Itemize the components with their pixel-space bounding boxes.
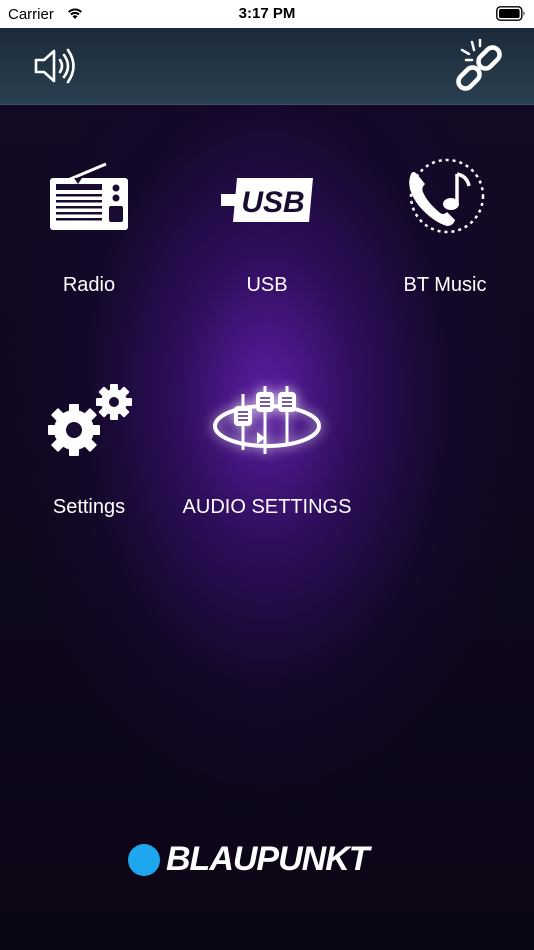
tile-label: Settings: [52, 496, 126, 518]
brand-logo: BLAUPUNKT: [128, 840, 408, 880]
tile-audio-settings[interactable]: AUDIO SETTINGS: [160, 372, 374, 542]
tile-label: AUDIO SETTINGS: [182, 496, 352, 518]
tile-usb[interactable]: USB USB: [182, 150, 352, 320]
tile-label: USB: [246, 274, 288, 296]
bt-music-icon: [409, 158, 485, 234]
tile-label: BT Music: [403, 274, 487, 296]
speaker-icon[interactable]: [32, 46, 80, 86]
tile-bt-music[interactable]: BT Music: [360, 150, 530, 320]
tile-settings[interactable]: Settings: [4, 372, 174, 542]
clock: 3:17 PM: [238, 5, 296, 22]
top-bar: [0, 28, 534, 105]
status-bar: Carrier 3:17 PM: [0, 0, 534, 28]
equalizer-icon: [213, 386, 321, 454]
home-screen: Carrier 3:17 PM Radio USB USB BT Music S…: [0, 0, 534, 950]
link-icon[interactable]: [450, 36, 510, 96]
usb-icon: USB: [221, 178, 313, 222]
radio-icon: [50, 162, 128, 230]
svg-text:USB: USB: [241, 186, 304, 219]
brand-dot: [128, 844, 160, 876]
battery-icon: [496, 6, 525, 21]
tile-label: Radio: [62, 274, 116, 296]
brand-wordmark: BLAUPUNKT: [166, 840, 370, 878]
tile-radio[interactable]: Radio: [4, 150, 174, 320]
gears-icon: [48, 384, 132, 456]
